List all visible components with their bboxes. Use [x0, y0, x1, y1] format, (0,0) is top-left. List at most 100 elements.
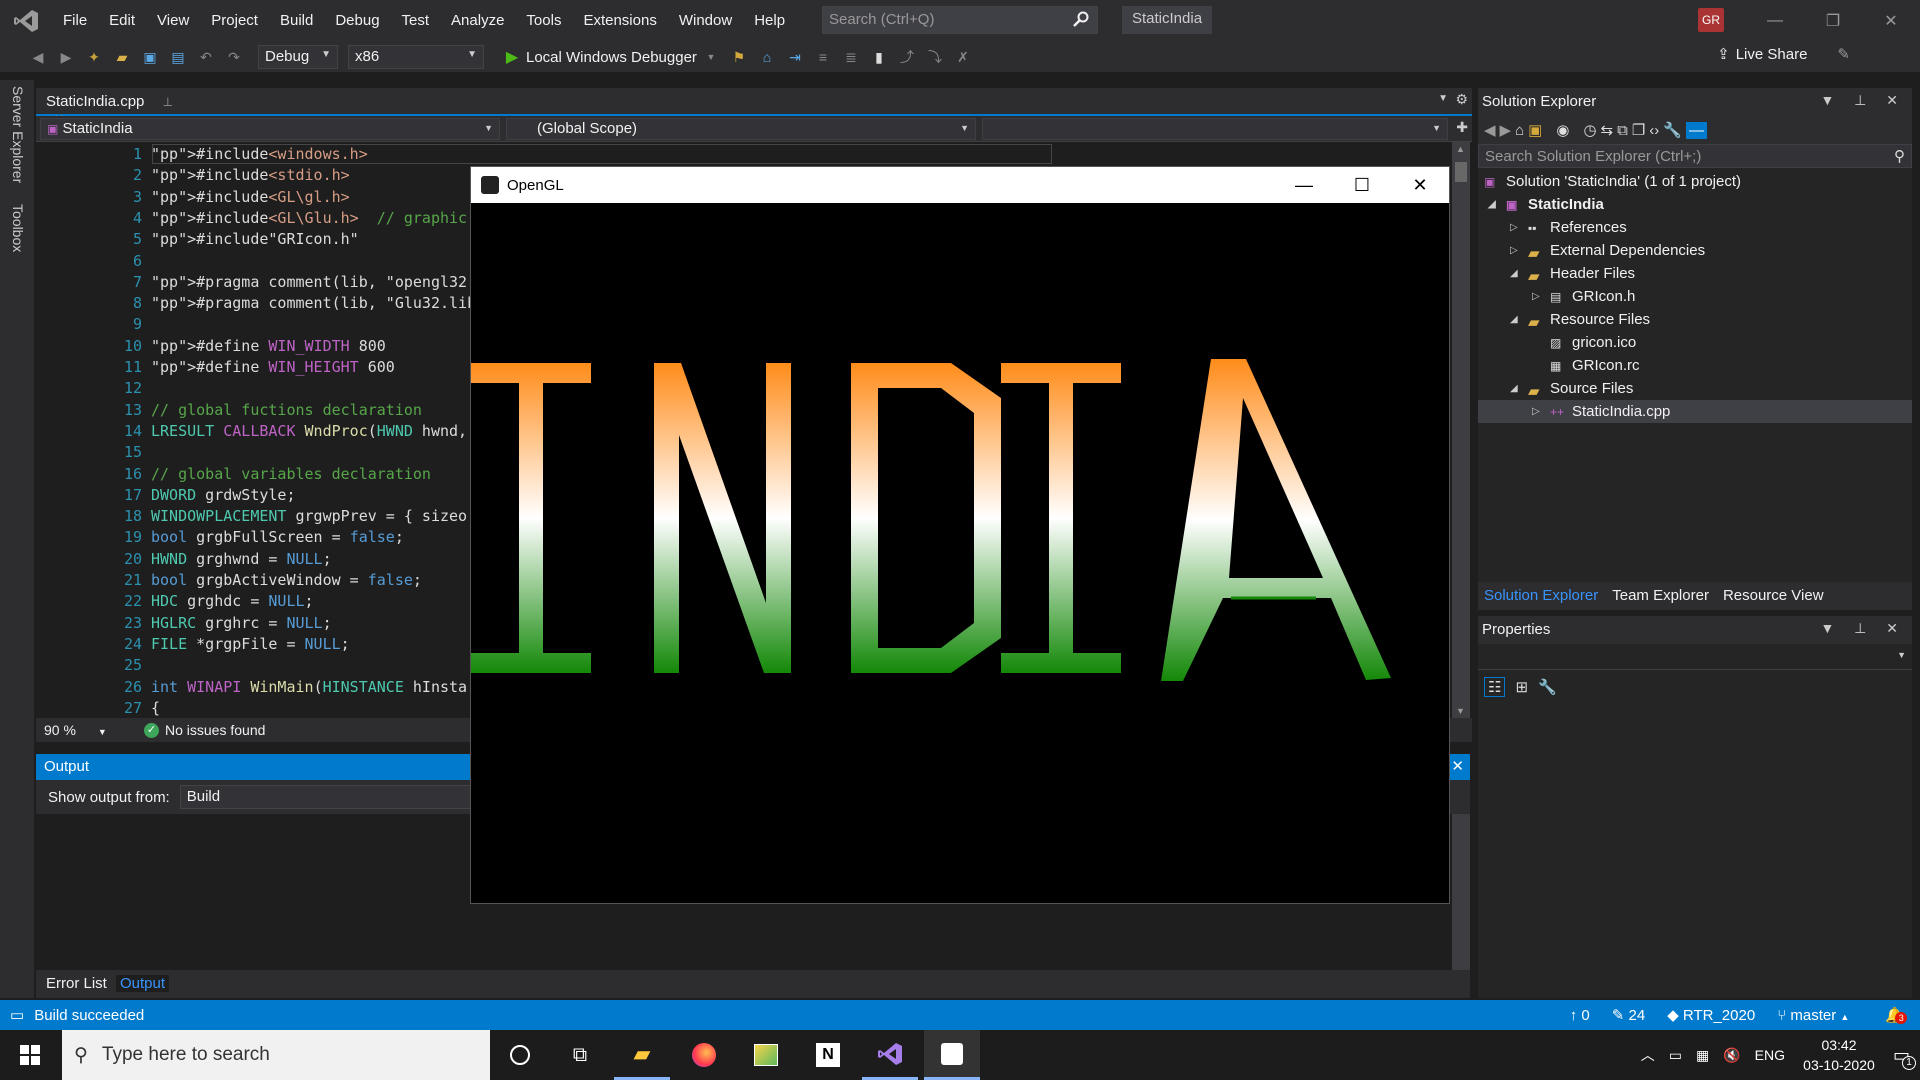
save-all-icon[interactable]: ▤	[166, 45, 190, 69]
tree-item-resource-files[interactable]: ◢ ▰ Resource Files	[1510, 308, 1650, 331]
maximize-icon[interactable]: ☐	[1333, 167, 1391, 203]
menu-build[interactable]: Build	[269, 0, 324, 42]
code-line[interactable]: // global variables declaration	[151, 465, 431, 483]
pane-controls[interactable]: ▼ ⊥ ✕	[1820, 92, 1906, 109]
wrench-icon[interactable]: 🔧	[1538, 678, 1557, 696]
task-view-icon[interactable]: ⧉	[552, 1030, 608, 1080]
editor-scrollbar[interactable]: ▲ ▼	[1452, 142, 1470, 718]
tab-resource-view[interactable]: Resource View	[1723, 587, 1824, 605]
feedback-icon[interactable]: ✎	[1837, 45, 1850, 63]
code-line[interactable]: LRESULT CALLBACK WndProc(HWND hwnd,	[151, 422, 467, 440]
globe-icon[interactable]: ◉	[1556, 121, 1569, 139]
avatar[interactable]: GR	[1698, 8, 1724, 32]
repo-button[interactable]: ◆ RTR_2020	[1667, 1006, 1755, 1024]
minimize-icon[interactable]: —	[1275, 167, 1333, 203]
code-line[interactable]: "pp">#include<GL\Glu.h> // graphic libr	[151, 209, 512, 227]
chevron-down-icon[interactable]: ▼	[699, 45, 723, 69]
scroll-down-icon[interactable]: ▼	[1456, 706, 1465, 716]
tab-output[interactable]: Output	[116, 975, 170, 992]
code-line[interactable]: "pp">#include"GRIcon.h"	[151, 230, 359, 248]
live-share-button[interactable]: ⇪ Live Share ✎	[1717, 45, 1850, 64]
copy-icon[interactable]: ❐	[1632, 121, 1645, 139]
menu-edit[interactable]: Edit	[98, 0, 146, 42]
categorized-icon[interactable]: ☷	[1484, 677, 1506, 697]
issues-indicator[interactable]: ✓ No issues found	[144, 722, 265, 738]
taskbar-search[interactable]: ⚲ Type here to search	[62, 1030, 490, 1080]
back-icon[interactable]: ◀	[26, 45, 50, 69]
bookmark-prev-icon[interactable]: ⤴	[895, 45, 919, 69]
volume-muted-icon[interactable]: 🔇	[1723, 1047, 1740, 1064]
output-source-select[interactable]: Build	[179, 785, 480, 809]
code-line[interactable]: int WINAPI WinMain(HINSTANCE hInsta	[151, 678, 467, 696]
paint-icon[interactable]	[738, 1030, 794, 1080]
undo-icon[interactable]: ↶	[194, 45, 218, 69]
tree-item-project[interactable]: ◢ ▣ StaticIndia	[1488, 193, 1604, 216]
code-line[interactable]: "pp">#include<windows.h>	[151, 145, 368, 163]
save-icon[interactable]: ▣	[138, 45, 162, 69]
menu-extensions[interactable]: Extensions	[572, 0, 667, 42]
bookmark-icon[interactable]: ▮	[867, 45, 891, 69]
server-explorer-tab[interactable]: Server Explorer	[10, 86, 26, 183]
menu-window[interactable]: Window	[668, 0, 743, 42]
collapse-icon[interactable]: ⧉	[1617, 122, 1628, 139]
start-button[interactable]	[0, 1030, 60, 1080]
restore-icon[interactable]: ❐	[1804, 0, 1862, 42]
scroll-thumb[interactable]	[1455, 162, 1467, 182]
bookmark-clear-icon[interactable]: ✗	[951, 45, 975, 69]
notifications-button[interactable]: 🔔3	[1885, 1006, 1908, 1024]
battery-icon[interactable]: ▭	[1669, 1047, 1682, 1064]
member-nav-select[interactable]: ▼	[982, 118, 1448, 140]
menu-tools[interactable]: Tools	[515, 0, 572, 42]
code-icon[interactable]: ‹›	[1649, 122, 1659, 139]
tree-item-external-deps[interactable]: ▷ ▰ External Dependencies	[1510, 239, 1705, 262]
dropdown-icon[interactable]: ▼	[1438, 93, 1448, 104]
code-line[interactable]: WINDOWPLACEMENT grgwpPrev = { sizeo	[151, 507, 467, 525]
tree-item-solution[interactable]: ▣ Solution 'StaticIndia' (1 of 1 project)	[1484, 170, 1741, 193]
language-indicator[interactable]: ENG	[1755, 1047, 1785, 1063]
pane-controls[interactable]: ▼ ⊥ ✕	[1820, 620, 1906, 637]
sync-icon[interactable]: ⇆	[1601, 121, 1614, 139]
cortana-icon[interactable]	[492, 1030, 548, 1080]
tree-item-gricon-h[interactable]: ▷ ▤ GRIcon.h	[1532, 285, 1635, 308]
menu-debug[interactable]: Debug	[324, 0, 390, 42]
back-icon[interactable]: ◀	[1484, 121, 1496, 139]
clock[interactable]: 03:42 03-10-2020	[1799, 1035, 1879, 1075]
home-icon[interactable]: ⌂	[1515, 122, 1524, 139]
forward-icon[interactable]: ▶	[54, 45, 78, 69]
minimize-icon[interactable]: —	[1746, 0, 1804, 42]
code-line[interactable]: bool grgbActiveWindow = false;	[151, 571, 422, 589]
action-center-icon[interactable]: ▭ 1	[1893, 1045, 1916, 1070]
code-line[interactable]: HWND grghwnd = NULL;	[151, 550, 332, 568]
search-input[interactable]: Search (Ctrl+Q)	[822, 6, 1098, 34]
tree-item-gricon-ico[interactable]: ▨ gricon.ico	[1550, 331, 1636, 354]
changes-button[interactable]: ✎ 24	[1612, 1006, 1645, 1024]
debugger-button[interactable]: Local Windows Debugger	[526, 49, 697, 66]
split-icon[interactable]: ✚	[1456, 119, 1468, 136]
history-icon[interactable]: ◷	[1583, 121, 1596, 139]
code-line[interactable]: "pp">#pragma comment(lib, "opengl32.lib"	[151, 273, 512, 291]
code-line[interactable]: {	[151, 699, 160, 717]
code-line[interactable]: "pp">#define WIN_WIDTH 800	[151, 337, 386, 355]
opengl-window[interactable]: OpenGL — ☐ ✕	[470, 166, 1450, 904]
tab-error-list[interactable]: Error List	[46, 975, 107, 992]
code-line[interactable]: "pp">#include<GL\gl.h>	[151, 188, 350, 206]
code-line[interactable]: "pp">#pragma comment(lib, "Glu32.lib")	[151, 294, 494, 312]
menu-view[interactable]: View	[146, 0, 200, 42]
indent-icon[interactable]: ≡	[811, 45, 835, 69]
configuration-select[interactable]: Debug ▼	[258, 45, 338, 69]
tab-team-explorer[interactable]: Team Explorer	[1612, 587, 1709, 605]
browser-icon[interactable]: ⌂	[755, 45, 779, 69]
tree-item-source-files[interactable]: ◢ ▰ Source Files	[1510, 377, 1633, 400]
menu-file[interactable]: File	[52, 0, 98, 42]
bookmark-next-icon[interactable]: ⤵	[923, 45, 947, 69]
network-icon[interactable]: ▦	[1696, 1047, 1709, 1064]
firefox-icon[interactable]	[676, 1030, 732, 1080]
scroll-up-icon[interactable]: ▲	[1456, 144, 1465, 154]
tree-item-references[interactable]: ▷ ▪▪ References	[1510, 216, 1627, 239]
code-line[interactable]: "pp">#include<stdio.h>	[151, 166, 350, 184]
wrench-icon[interactable]: 🔧	[1663, 121, 1682, 139]
file-explorer-icon[interactable]: ▰	[614, 1030, 670, 1080]
output-scrollbar[interactable]	[1452, 814, 1470, 974]
redo-icon[interactable]: ↷	[222, 45, 246, 69]
properties-object-select[interactable]: ▼	[1478, 644, 1912, 670]
